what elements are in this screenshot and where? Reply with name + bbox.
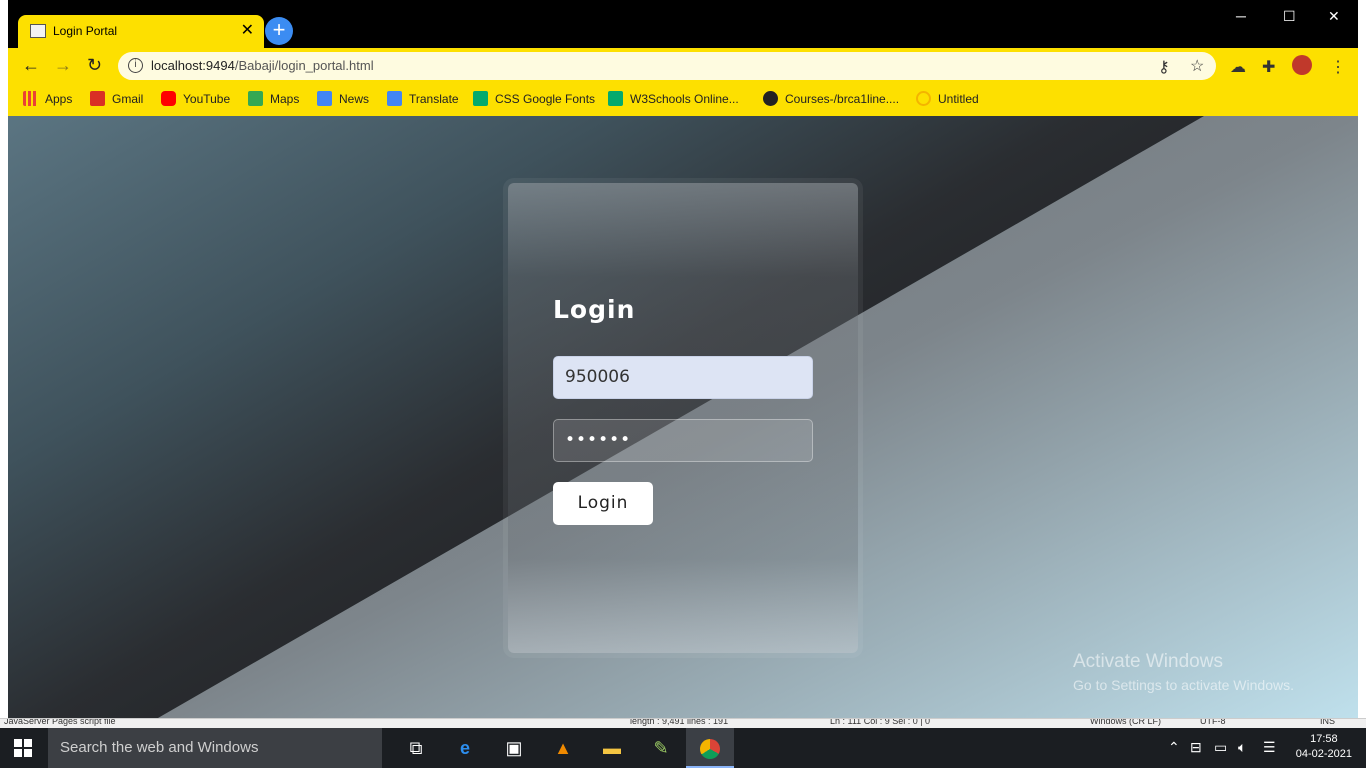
login-card: Login 950006 •••••• Login bbox=[508, 183, 858, 653]
bookmark-youtube[interactable]: YouTube bbox=[161, 91, 230, 106]
action-center-icon[interactable]: ☰ bbox=[1263, 739, 1276, 756]
taskbar-search-box[interactable]: Search the web and Windows bbox=[48, 728, 382, 768]
apps-grid-icon bbox=[23, 91, 38, 106]
bookmark-untitled[interactable]: Untitled bbox=[916, 91, 979, 106]
user-id-input[interactable]: 950006 bbox=[553, 356, 813, 399]
bookmark-label: News bbox=[339, 91, 370, 106]
tab-close-icon[interactable]: ✕ bbox=[241, 20, 254, 40]
password-input[interactable]: •••••• bbox=[553, 419, 813, 462]
forward-arrow-icon[interactable]: → bbox=[54, 55, 72, 76]
github-icon bbox=[763, 91, 778, 106]
windows-taskbar: Search the web and Windows ⧉ e ▣ ▲ ▬ ✎ ⌃… bbox=[0, 728, 1366, 768]
tray-chevron-icon[interactable]: ⌃ bbox=[1168, 739, 1180, 756]
bookmark-maps[interactable]: Maps bbox=[248, 91, 299, 106]
back-arrow-icon[interactable]: ← bbox=[22, 55, 40, 76]
site-info-icon[interactable]: i bbox=[128, 58, 143, 73]
news-icon bbox=[317, 91, 332, 106]
page-favicon-icon bbox=[30, 24, 46, 38]
bookmark-gmail[interactable]: Gmail bbox=[90, 91, 143, 106]
status-eol: Windows (CR LF) bbox=[1090, 718, 1162, 726]
tab-title: Login Portal bbox=[53, 24, 118, 38]
bookmark-apps[interactable]: Apps bbox=[23, 91, 72, 106]
windows-start-icon[interactable] bbox=[14, 739, 32, 757]
bookmark-news[interactable]: News bbox=[317, 91, 369, 106]
status-length: length : 9,491 lines : 191 bbox=[630, 718, 729, 726]
untitled-icon bbox=[916, 91, 931, 106]
task-view-icon[interactable]: ⧉ bbox=[392, 728, 440, 768]
menu-kebab-icon[interactable]: ⋮ bbox=[1330, 57, 1346, 77]
chrome-icon bbox=[700, 739, 720, 760]
desktop-window: Login Portal ✕ + ─ ☐ ✕ ← → ↻ i localhost… bbox=[0, 0, 1366, 768]
reload-icon[interactable]: ↻ bbox=[87, 55, 102, 76]
url-path: /Babaji/login_portal.html bbox=[234, 58, 374, 73]
login-heading: Login bbox=[553, 295, 636, 324]
clock-date: 04-02-2021 bbox=[1295, 748, 1352, 760]
gmail-icon bbox=[90, 91, 105, 106]
password-key-icon[interactable]: ⚷ bbox=[1158, 57, 1170, 77]
translate-icon bbox=[387, 91, 402, 106]
login-button[interactable]: Login bbox=[553, 482, 653, 525]
volume-icon[interactable]: 🔈︎ bbox=[1238, 739, 1246, 756]
login-page: Login 950006 •••••• Login Activate Windo… bbox=[8, 116, 1358, 718]
extensions-puzzle-icon[interactable]: ✚ bbox=[1262, 57, 1275, 77]
vlc-cone-icon[interactable]: ▲ bbox=[539, 728, 587, 768]
w3schools-icon bbox=[473, 91, 488, 106]
sync-cloud-icon[interactable]: ☁ bbox=[1230, 57, 1246, 77]
taskbar-clock[interactable]: 17:58 04-02-2021 bbox=[1296, 732, 1352, 762]
status-mode: INS bbox=[1320, 718, 1336, 726]
battery-icon[interactable]: ▭ bbox=[1214, 739, 1227, 756]
chrome-taskbar-icon[interactable] bbox=[686, 728, 734, 768]
clock-time: 17:58 bbox=[1310, 733, 1338, 745]
youtube-icon bbox=[161, 91, 176, 106]
bookmarks-bar: Apps Gmail YouTube Maps News Translate C… bbox=[8, 84, 1358, 116]
bookmark-css-google-fonts[interactable]: CSS Google Fonts bbox=[473, 91, 595, 106]
bookmark-label: Apps bbox=[45, 91, 73, 106]
bookmark-label: Gmail bbox=[112, 91, 144, 106]
url-text: localhost:9494/Babaji/login_portal.html bbox=[151, 58, 374, 73]
status-file-type: JavaServer Pages script file bbox=[4, 718, 116, 726]
profile-avatar-icon[interactable] bbox=[1292, 55, 1312, 75]
store-bag-icon[interactable]: ▣ bbox=[490, 728, 538, 768]
new-tab-button[interactable]: + bbox=[265, 17, 293, 45]
bookmark-label: Translate bbox=[409, 91, 459, 106]
w3schools-icon bbox=[608, 91, 623, 106]
notepadpp-icon[interactable]: ✎ bbox=[637, 728, 685, 768]
maps-icon bbox=[248, 91, 263, 106]
browser-toolbar: ← → ↻ i localhost:9494/Babaji/login_port… bbox=[8, 48, 1358, 84]
bookmark-label: Courses-/brca1line.... bbox=[785, 91, 900, 106]
bookmark-label: Maps bbox=[270, 91, 300, 106]
bookmark-translate[interactable]: Translate bbox=[387, 91, 459, 106]
close-window-button[interactable]: ✕ bbox=[1328, 8, 1340, 25]
address-bar[interactable]: i localhost:9494/Babaji/login_portal.htm… bbox=[118, 52, 1216, 80]
editor-status-strip: JavaServer Pages script file length : 9,… bbox=[0, 718, 1366, 728]
browser-titlebar: Login Portal ✕ + ─ ☐ ✕ bbox=[8, 0, 1358, 48]
bookmark-w3schools[interactable]: W3Schools Online... bbox=[608, 91, 739, 106]
status-encoding: UTF-8 bbox=[1200, 718, 1226, 726]
edge-browser-icon[interactable]: e bbox=[441, 728, 489, 768]
bookmark-label: W3Schools Online... bbox=[630, 91, 739, 106]
bookmark-courses[interactable]: Courses-/brca1line.... bbox=[763, 91, 899, 106]
status-position: Ln : 111 Col : 9 Sel : 0 | 0 bbox=[830, 718, 931, 726]
file-explorer-icon[interactable]: ▬ bbox=[588, 728, 636, 768]
minimize-button[interactable]: ─ bbox=[1236, 8, 1246, 24]
network-icon[interactable]: ⊟ bbox=[1190, 739, 1202, 756]
tab-login-portal[interactable]: Login Portal ✕ bbox=[18, 15, 264, 48]
bookmark-star-icon[interactable]: ☆ bbox=[1190, 56, 1204, 76]
url-host: localhost:9494 bbox=[151, 58, 235, 73]
activate-windows-watermark: Activate Windows Go to Settings to activ… bbox=[1073, 651, 1294, 693]
bookmark-label: YouTube bbox=[183, 91, 231, 106]
maximize-button[interactable]: ☐ bbox=[1283, 8, 1296, 25]
watermark-subtitle: Go to Settings to activate Windows. bbox=[1073, 677, 1294, 693]
watermark-title: Activate Windows bbox=[1073, 651, 1223, 672]
bookmark-label: CSS Google Fonts bbox=[495, 91, 596, 106]
bookmark-label: Untitled bbox=[938, 91, 979, 106]
